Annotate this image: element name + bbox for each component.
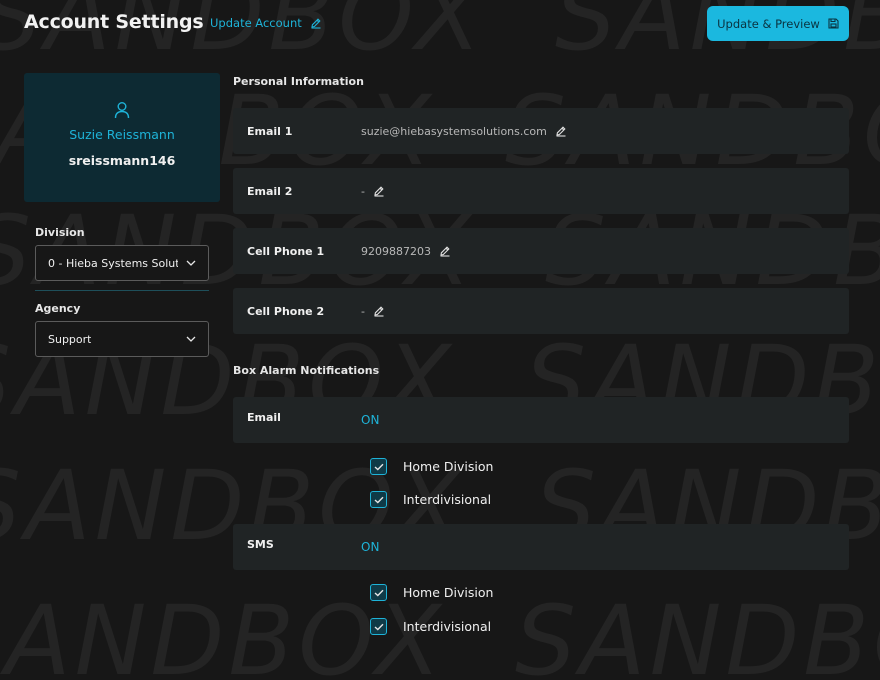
cell-phone-2-label: Cell Phone 2 [247,304,325,318]
sms-notification-status[interactable]: ON [361,540,379,554]
checkmark-icon [374,623,383,630]
cell-phone-2-value: - [361,304,365,318]
profile-name: Suzie Reissmann [69,127,175,142]
email-home-division-label: Home Division [403,459,494,474]
checkmark-icon [374,589,383,596]
profile-card: Suzie Reissmann sreissmann146 [24,73,220,202]
sms-notification-row: SMS ON [233,524,849,570]
chevron-down-icon [186,336,196,342]
sms-notification-label: SMS [247,538,274,551]
save-icon [828,18,839,29]
email-home-division-checkbox[interactable] [370,458,387,475]
user-icon [114,102,130,119]
sms-home-division-option: Home Division [370,584,493,601]
email-2-value: - [361,184,365,198]
checkmark-icon [374,463,383,470]
email-interdivisional-option: Interdivisional [370,491,491,508]
cell-phone-1-label: Cell Phone 1 [247,244,325,258]
checkmark-icon [374,496,383,503]
division-select[interactable]: 0 - Hieba Systems Solutions [35,245,209,281]
edit-email-1-icon[interactable] [555,125,567,137]
update-preview-button[interactable]: Update & Preview [707,6,849,41]
email-1-label: Email 1 [247,124,293,138]
sms-interdivisional-label: Interdivisional [403,619,492,634]
agency-value: Support [48,332,92,346]
update-account-link[interactable]: Update Account [210,16,322,30]
sms-interdivisional-checkbox[interactable] [370,618,387,635]
division-label: Division [35,226,85,239]
sms-home-division-label: Home Division [403,585,494,600]
box-alarm-title: Box Alarm Notifications [233,364,380,377]
email-2-label: Email 2 [247,184,293,198]
pencil-icon [311,18,321,29]
email-notification-row: Email ON [233,397,849,443]
agency-label: Agency [35,302,81,315]
cell-phone-2-row: Cell Phone 2 - [233,288,849,334]
email-notification-status[interactable]: ON [361,413,379,427]
edit-cell-phone-1-icon[interactable] [439,245,451,257]
personal-info-title: Personal Information [233,75,364,88]
page-title: Account Settings [24,11,204,33]
email-interdivisional-label: Interdivisional [403,492,492,507]
cell-phone-1-value: 9209887203 [361,244,431,258]
division-value: 0 - Hieba Systems Solutions [48,256,178,270]
chevron-down-icon [186,260,196,266]
sms-interdivisional-option: Interdivisional [370,618,491,635]
email-interdivisional-checkbox[interactable] [370,491,387,508]
divider [35,290,209,291]
agency-select[interactable]: Support [35,321,209,357]
sms-home-division-checkbox[interactable] [370,584,387,601]
email-notification-label: Email [247,411,281,424]
profile-username: sreissmann146 [68,153,176,168]
email-1-value: suzie@hiebasystemsolutions.com [361,124,547,138]
email-home-division-option: Home Division [370,458,493,475]
edit-cell-phone-2-icon[interactable] [373,305,385,317]
email-2-row: Email 2 - [233,168,849,214]
email-1-row: Email 1 suzie@hiebasystemsolutions.com [233,108,849,154]
edit-email-2-icon[interactable] [373,185,385,197]
update-preview-label: Update & Preview [717,16,820,31]
update-account-label: Update Account [210,16,302,30]
cell-phone-1-row: Cell Phone 1 9209887203 [233,228,849,274]
